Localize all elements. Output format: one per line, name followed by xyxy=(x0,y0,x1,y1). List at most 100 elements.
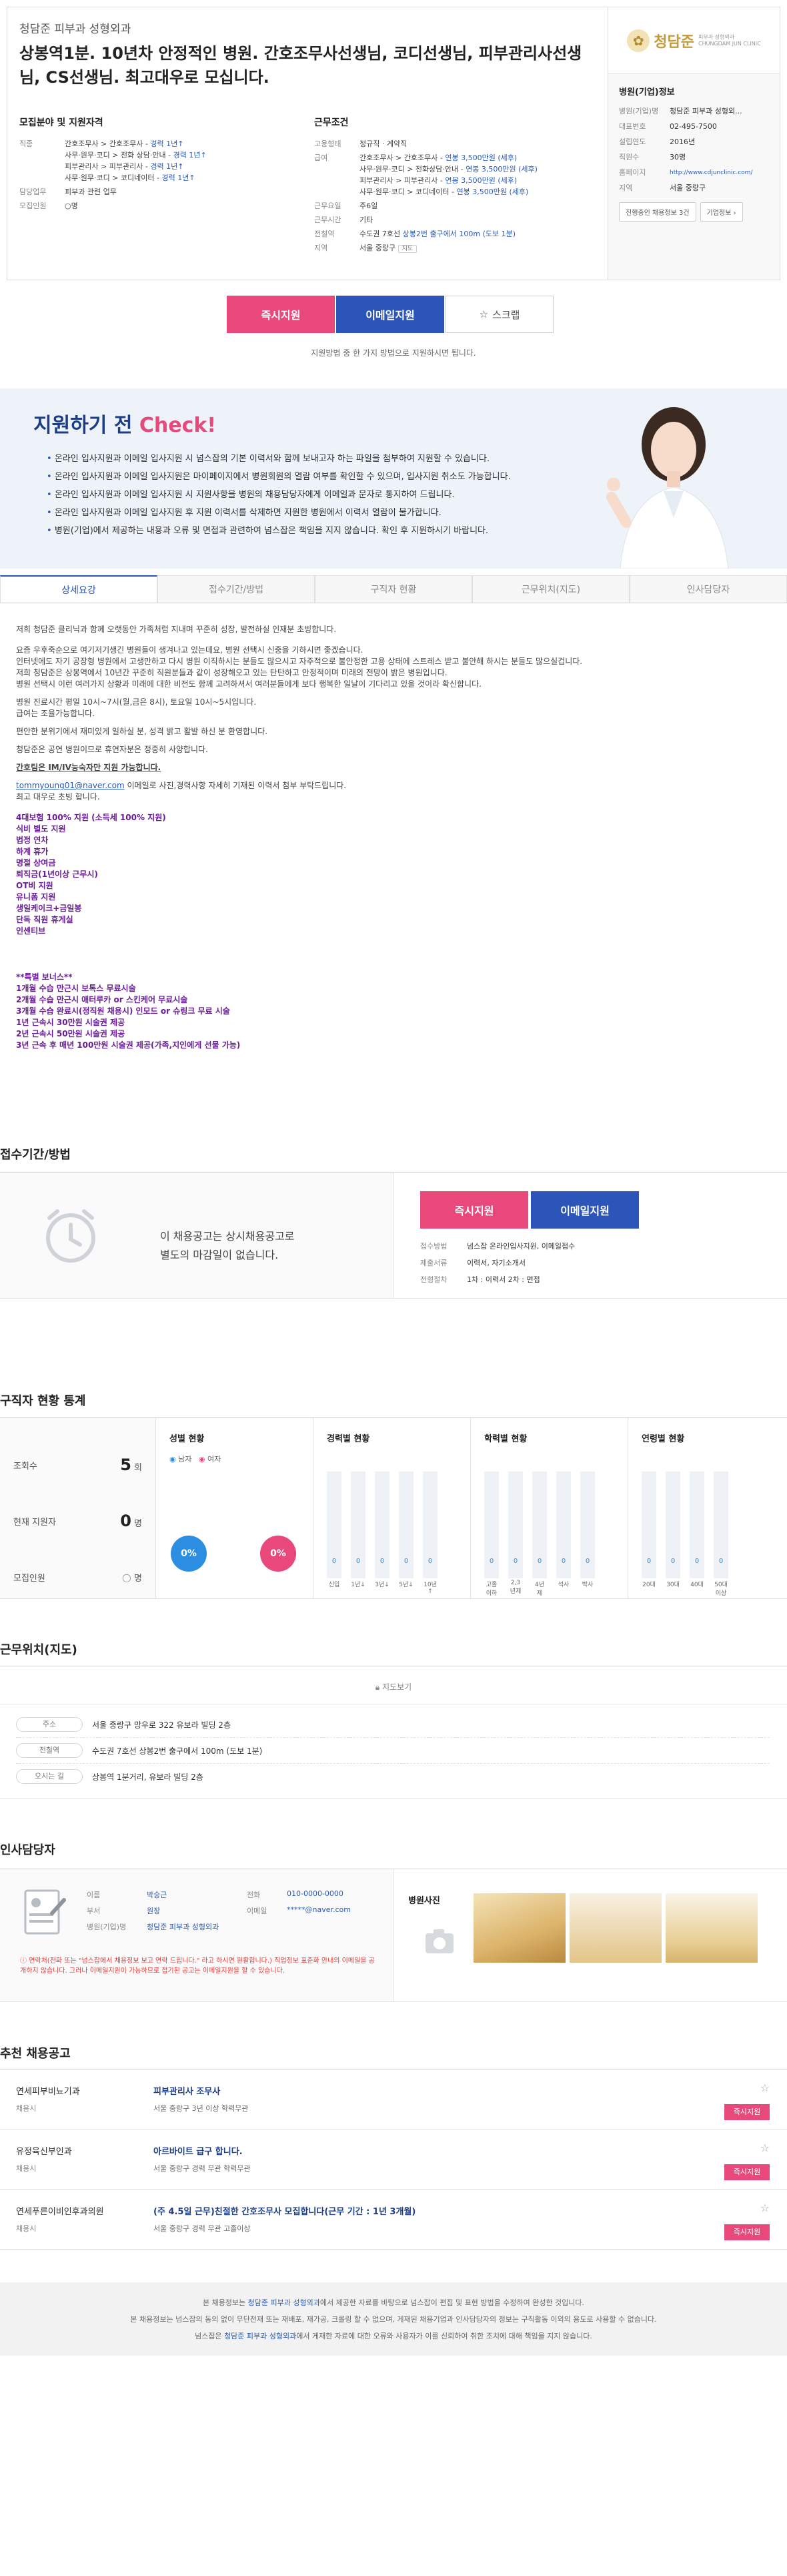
benefit-item: 인센티브 xyxy=(16,926,46,936)
benefit-item: 생일케이크+금일봉 xyxy=(16,904,82,913)
job-header-card: 청담준 피부과 성형외과 상봉역1분. 10년차 안정적인 병원. 간호조무사선… xyxy=(7,7,780,280)
footer-company-link[interactable]: 청담준 피부과 성형외과 xyxy=(248,2298,320,2307)
condition-value: 간호조무사 > 간호조무사 - 연봉 3,500만원 (세후) 사무·원무·코디 … xyxy=(359,153,538,196)
stat-bar-label: 3년↓ xyxy=(375,1582,389,1588)
condition-label: 근무시간 xyxy=(314,216,341,224)
map-view-button[interactable]: 🔒︎ 지도보기 xyxy=(0,1681,787,1692)
reception-value: 이력서, 자기소개서 xyxy=(467,1259,526,1267)
bonus-item: 3개월 수습 완료시(정직원 채용시) 인모드 or 슈링크 무료 시술 xyxy=(16,1006,230,1016)
check-item: 병원(기업)에서 제공하는 내용과 오류 및 면접과 관련하여 넘스잡은 책임을… xyxy=(47,522,511,540)
condition-value: 기타 xyxy=(359,216,373,224)
recommend-item[interactable]: 유정육신부인과 채용시 아르바이트 급구 합니다. 서울 중랑구 경력 무관 학력무관… xyxy=(0,2130,787,2190)
tab-2[interactable]: 접수기간/방법 xyxy=(157,575,315,603)
tab-5[interactable]: 인사담당자 xyxy=(630,575,787,603)
condition-label: 근무요일 xyxy=(314,202,341,210)
hospital-info-value: 2016년 xyxy=(670,137,696,146)
stat-bar-label: 30대 xyxy=(666,1582,680,1588)
reception-heading: 접수기간/방법 xyxy=(0,1148,71,1162)
hospital-photo[interactable] xyxy=(570,1893,662,1963)
camera-icon xyxy=(426,1929,454,1953)
immediate-apply-button[interactable]: 즉시지원 xyxy=(227,296,335,333)
ongoing-jobs-button[interactable]: 진행중인 채용정보 3건 xyxy=(619,202,696,222)
clock-icon xyxy=(46,1209,95,1263)
hospital-logo[interactable]: ✿ 청담준 피부과 성형외과 CHUNGDAM JUN CLINIC xyxy=(608,7,780,74)
male-percent: 0% xyxy=(171,1536,207,1572)
detail-text: 급여는 조율가능합니다. xyxy=(16,709,95,718)
company-name[interactable]: 청담준 피부과 성형외과 xyxy=(19,19,596,36)
check-item: 온라인 입사지원과 이메일 입사지원 시 넘스잡의 기본 이력서와 함께 보내고… xyxy=(47,450,511,468)
stat-bar-value: 0 xyxy=(513,1558,518,1565)
immediate-apply-button[interactable]: 즉시지원 xyxy=(420,1191,528,1229)
detail-text: 편안한 분위기에서 재미있게 일하실 분, 성격 밝고 활발 하신 분 환영합니… xyxy=(16,727,267,736)
recommend-item[interactable]: 연세푸른이비인후과의원 채용시 (주 4.5일 근무)친절한 간호조무사 모집합니다… xyxy=(0,2190,787,2250)
footer-notice: 본 채용정보는 청담준 피부과 성형외과에서 제공한 자료를 바탕으로 넘스잡이… xyxy=(0,2282,787,2356)
condition-value: 수도권 7호선 상봉2번 출구에서 100m (도보 1분) xyxy=(359,230,516,238)
recommend-apply-button[interactable]: 즉시지원 xyxy=(724,2164,770,2180)
bonus-item: 3년 근속 후 매년 100만원 시술권 제공(가족,지인에게 선물 가능) xyxy=(16,1040,241,1050)
recommend-apply-button[interactable]: 즉시지원 xyxy=(724,2224,770,2240)
stat-bar-label: 20대 xyxy=(642,1582,656,1588)
logo-sub: 피부과 성형외과 xyxy=(698,33,735,40)
stat-bar-label: 50대이상 xyxy=(714,1582,728,1597)
hospital-info-panel: ✿ 청담준 피부과 성형외과 CHUNGDAM JUN CLINIC 병원(기업… xyxy=(608,7,780,280)
condition-value: 주6일 xyxy=(359,202,378,210)
highlight-text: 연봉 3,500만원 (세후) xyxy=(466,165,538,174)
logo-mark-icon: ✿ xyxy=(627,29,650,52)
hospital-info-row: 홈페이지 http://www.cdjunclinic.com/ xyxy=(619,168,769,178)
hospital-info-value: 30명 xyxy=(670,153,686,162)
stat-bar: 0 xyxy=(690,1472,704,1578)
star-icon[interactable]: ☆ xyxy=(760,2081,770,2094)
footer-company-link[interactable]: 청담준 피부과 성형외과 xyxy=(224,2332,296,2340)
hospital-photo[interactable] xyxy=(666,1893,758,1963)
check-item: 온라인 입사지원과 이메일 입사지원 시 지원사항을 병원의 채용담당자에게 이… xyxy=(47,486,511,504)
tab-3[interactable]: 구직자 현황 xyxy=(315,575,472,603)
homepage-link[interactable]: http://www.cdjunclinic.com/ xyxy=(670,168,752,178)
manager-email[interactable]: *****@naver.com xyxy=(287,1905,387,1916)
recommend-title[interactable]: 아르바이트 급구 합니다. xyxy=(153,2144,243,2157)
benefit-item: 유니폼 지원 xyxy=(16,892,56,902)
detail-text: 병원 진료시간 평일 10시~7시(월,금은 8시), 토요일 10시~5시입니… xyxy=(16,697,257,707)
tab-4[interactable]: 근무위치(지도) xyxy=(472,575,630,603)
reception-row: 접수방법 넘스잡 온라인입사지원, 이메일접수 xyxy=(420,1241,639,1251)
check-item: 온라인 입사지원과 이메일 입사지원은 마이페이지에서 병원회원의 열람 여부를… xyxy=(47,468,511,486)
star-icon[interactable]: ☆ xyxy=(760,2142,770,2154)
stat-bar: 0 xyxy=(327,1472,341,1578)
stat-bar-value: 0 xyxy=(561,1558,566,1565)
location-row: 오시는 길 상봉역 1분거리, 유보라 빌딩 2층 xyxy=(16,1769,770,1784)
recommend-apply-button[interactable]: 즉시지원 xyxy=(724,2104,770,2120)
tab-1[interactable]: 상세요강 xyxy=(0,575,157,603)
company-info-button[interactable]: 기업정보 › xyxy=(700,202,743,222)
requirements-heading: 모집분야 및 지원자격 xyxy=(19,117,103,128)
check-list: 온라인 입사지원과 이메일 입사지원 시 넘스잡의 기본 이력서와 함께 보내고… xyxy=(47,450,511,540)
recommend-status: 채용시 xyxy=(16,2164,37,2173)
highlight-text: 경력 1년↑ xyxy=(150,139,184,148)
hospital-photo[interactable] xyxy=(474,1893,566,1963)
contact-email-link[interactable]: tommyoung01@naver.com xyxy=(16,781,125,790)
recommend-title[interactable]: 피부관리사 조무사 xyxy=(153,2084,220,2097)
requirement-value: ○명 xyxy=(65,202,78,210)
hospital-info-row: 대표번호 02-495-7500 xyxy=(619,122,769,131)
stat-bar-label: 2,3년제 xyxy=(510,1580,522,1595)
recommend-item[interactable]: 연세피부비뇨기과 채용시 피부관리사 조무사 서울 중랑구 3년 이상 학력무관 ☆ 즉시… xyxy=(0,2069,787,2130)
recommend-title[interactable]: (주 4.5일 근무)친절한 간호조무사 모집합니다(근무 기간 : 1년 3개… xyxy=(153,2204,416,2217)
stat-bar-label: 신입 xyxy=(328,1582,340,1588)
manager-label: 이름 xyxy=(87,1891,101,1899)
highlight-text: 경력 1년↑ xyxy=(173,151,207,159)
hospital-info-row: 직원수 30명 xyxy=(619,153,769,162)
manager-warning: ⓘ 연락처(전화 또는 "넘스잡에서 채용정보 보고 연락 드립니다." 라고 … xyxy=(20,1957,375,1975)
bonus-list: 1개월 수습 만근시 보톡스 무료시술 2개월 수습 만근시 애터루카 or 스킨… xyxy=(16,983,770,1051)
star-icon[interactable]: ☆ xyxy=(760,2202,770,2214)
scrap-button[interactable]: ☆ 스크랩 xyxy=(446,296,554,333)
recommend-company[interactable]: 유정육신부인과 xyxy=(16,2144,72,2157)
email-apply-button[interactable]: 이메일지원 xyxy=(336,296,444,333)
map-button[interactable]: 지도 xyxy=(398,245,418,253)
job-title: 상봉역1분. 10년차 안정적인 병원. 간호조무사선생님, 코디선생님, 피부… xyxy=(19,44,582,87)
stat-bar: 0 xyxy=(532,1472,547,1578)
stat-bar-value: 0 xyxy=(404,1558,409,1565)
career-stat: 경력별 현황 0 0 0 0 0 신입 1년↓ 3년↓ 5년↓ 10년↑ xyxy=(313,1418,471,1598)
stat-bar-label: 5년↓ xyxy=(399,1582,414,1588)
email-apply-button[interactable]: 이메일지원 xyxy=(531,1191,639,1229)
manager-heading: 인사담당자 xyxy=(0,1843,55,1857)
recommend-company[interactable]: 연세푸른이비인후과의원 xyxy=(16,2204,104,2217)
recommend-company[interactable]: 연세피부비뇨기과 xyxy=(16,2084,80,2097)
